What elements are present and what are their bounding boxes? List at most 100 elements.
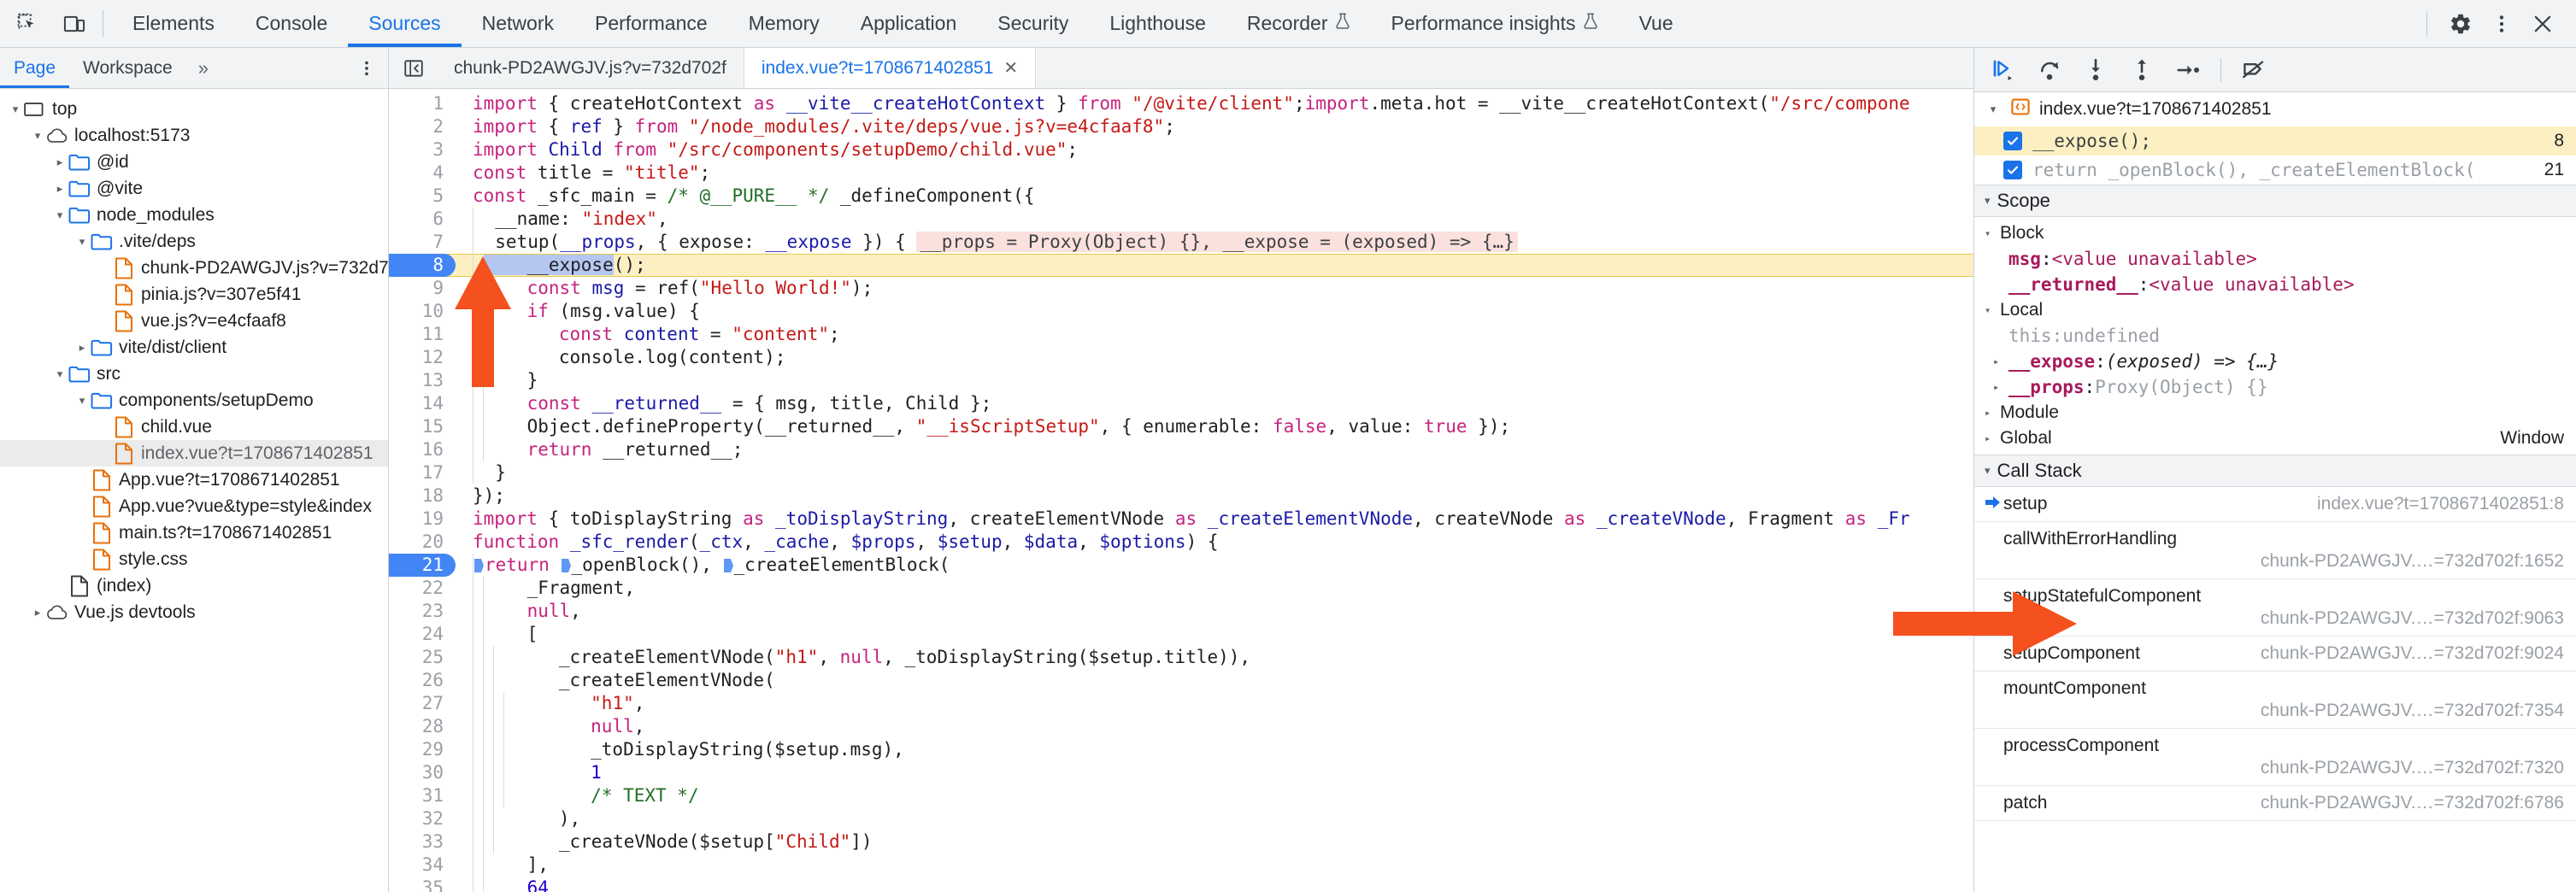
device-toolbar-icon[interactable] (58, 8, 91, 40)
code-line[interactable]: 15 Object.defineProperty(__returned__, "… (389, 415, 1973, 438)
tree-item-top[interactable]: ▾ top (0, 96, 388, 122)
editor-tab-chunk[interactable]: chunk-PD2AWGJV.js?v=732d702f (437, 48, 744, 88)
chevron-right-icon[interactable]: ▸ (1985, 432, 2000, 444)
chevron-right-icon[interactable]: ▸ (1993, 355, 2008, 367)
more-tabs-chevron-icon[interactable]: » (186, 48, 221, 88)
tree-item-vue-js-v-e4cfaaf8[interactable]: vue.js?v=e4cfaaf8 (0, 308, 388, 334)
tab-elements[interactable]: Elements (112, 0, 235, 47)
code-line[interactable]: 4 const title = "title"; (389, 161, 1973, 185)
line-number[interactable]: 25 (389, 646, 456, 669)
line-number[interactable]: 21 (389, 554, 456, 577)
scope-variable-row[interactable]: msg: <value unavailable> (1974, 246, 2576, 272)
line-number[interactable]: 18 (389, 484, 456, 508)
close-tab-icon[interactable]: ✕ (1003, 57, 1018, 79)
tab-recorder[interactable]: Recorder (1226, 0, 1371, 47)
breakpoint-checkbox[interactable] (2003, 161, 2022, 179)
step-button[interactable] (2169, 53, 2207, 87)
inline-breakpoint-marker[interactable] (723, 555, 734, 575)
code-line[interactable]: 23 null, (389, 600, 1973, 623)
scope-group-local[interactable]: ▾ Local (1974, 297, 2576, 323)
scope-variable-row[interactable]: ▸ __props: Proxy(Object) {} (1974, 374, 2576, 400)
code-line[interactable]: 3 import Child from "/src/components/setu… (389, 138, 1973, 161)
call-stack-frame[interactable]: processComponent chunk-PD2AWGJV.…=732d702… (1974, 729, 2576, 786)
code-line[interactable]: 32 ), (389, 807, 1973, 830)
code-line[interactable]: 19 import { toDisplayString as _toDisplay… (389, 508, 1973, 531)
collapse-navigator-icon[interactable] (389, 48, 437, 88)
call-stack-frame[interactable]: patch chunk-PD2AWGJV.…=732d702f:6786 (1974, 786, 2576, 821)
code-line[interactable]: 13 } (389, 369, 1973, 392)
line-number[interactable]: 23 (389, 600, 456, 623)
chevron-right-icon[interactable]: ▸ (29, 606, 46, 619)
line-number[interactable]: 10 (389, 300, 456, 323)
line-number[interactable]: 11 (389, 323, 456, 346)
code-line[interactable]: 24 [ (389, 623, 1973, 646)
call-stack-section-header[interactable]: ▾ Call Stack (1974, 455, 2576, 487)
code-line[interactable]: 25 _createElementVNode("h1", null, _toDi… (389, 646, 1973, 669)
chevron-down-icon[interactable]: ▾ (51, 367, 68, 381)
code-line[interactable]: 31 /* TEXT */ (389, 784, 1973, 807)
gear-icon[interactable] (2443, 6, 2479, 42)
close-icon[interactable] (2525, 6, 2561, 42)
nav-tab-page[interactable]: Page (0, 48, 70, 88)
tab-security[interactable]: Security (977, 0, 1089, 47)
tab-sources[interactable]: Sources (348, 0, 462, 47)
tab-lighthouse[interactable]: Lighthouse (1089, 0, 1226, 47)
line-number[interactable]: 1 (389, 92, 456, 115)
chevron-down-icon[interactable]: ▾ (74, 394, 91, 408)
scope-section-header[interactable]: ▾ Scope (1974, 185, 2576, 217)
tree-item-child-vue[interactable]: child.vue (0, 414, 388, 440)
tree-item-chunk-pd2awgjv-js-v-732d702f[interactable]: chunk-PD2AWGJV.js?v=732d702f (0, 255, 388, 281)
code-line[interactable]: 6 __name: "index", (389, 208, 1973, 231)
call-stack-frame[interactable]: mountComponent chunk-PD2AWGJV.…=732d702f:… (1974, 672, 2576, 729)
chevron-down-icon[interactable]: ▾ (1985, 304, 2000, 316)
step-out-of-current-function-button[interactable] (2123, 53, 2161, 87)
tab-console[interactable]: Console (235, 0, 348, 47)
call-stack-frame[interactable]: setupStatefulComponent chunk-PD2AWGJV.…=7… (1974, 579, 2576, 637)
tab-performance-insights[interactable]: Performance insights (1371, 0, 1619, 47)
tree-item-vite-dist-client[interactable]: ▸ vite/dist/client (0, 334, 388, 361)
tree-item-node-modules[interactable]: ▾ node_modules (0, 202, 388, 228)
line-number[interactable]: 16 (389, 438, 456, 461)
tree-item-localhost-5173[interactable]: ▾ localhost:5173 (0, 122, 388, 149)
code-line[interactable]: 22 _Fragment, (389, 577, 1973, 600)
code-line[interactable]: 29 _toDisplayString($setup.msg), (389, 738, 1973, 761)
tab-memory[interactable]: Memory (728, 0, 840, 47)
code-line[interactable]: 12 console.log(content); (389, 346, 1973, 369)
step-over-next-function-call-button[interactable] (2031, 53, 2068, 87)
call-stack-frame[interactable]: setupComponent chunk-PD2AWGJV.…=732d702f:… (1974, 637, 2576, 672)
code-line[interactable]: 11 const content = "content"; (389, 323, 1973, 346)
code-line[interactable]: 34 ], (389, 854, 1973, 877)
chevron-down-icon[interactable]: ▾ (51, 208, 68, 222)
nav-tab-workspace[interactable]: Workspace (69, 48, 186, 88)
code-line[interactable]: 17 } (389, 461, 1973, 484)
line-number[interactable]: 8 (389, 254, 456, 277)
line-number[interactable]: 31 (389, 784, 456, 807)
breakpoint-item[interactable]: __expose(); 8 (1974, 126, 2576, 156)
line-number[interactable]: 7 (389, 231, 456, 254)
tab-application[interactable]: Application (840, 0, 978, 47)
code-line[interactable]: 33 _createVNode($setup["Child"]) (389, 830, 1973, 854)
line-number[interactable]: 4 (389, 161, 456, 185)
scope-variable-row[interactable]: __returned__: <value unavailable> (1974, 272, 2576, 297)
scope-group-block[interactable]: ▾ Block (1974, 220, 2576, 246)
scope-variable-row[interactable]: ▸ __expose: (exposed) => {…} (1974, 349, 2576, 374)
line-number[interactable]: 6 (389, 208, 456, 231)
chevron-down-icon[interactable]: ▾ (74, 235, 91, 249)
code-line[interactable]: 18}); (389, 484, 1973, 508)
line-number[interactable]: 34 (389, 854, 456, 877)
code-line[interactable]: 35 64 (389, 877, 1973, 892)
line-number[interactable]: 20 (389, 531, 456, 554)
inline-breakpoint-marker[interactable] (561, 555, 572, 575)
inspect-element-icon[interactable] (12, 8, 44, 40)
code-line[interactable]: 7 setup(__props, { expose: __expose }) {… (389, 231, 1973, 254)
line-number[interactable]: 12 (389, 346, 456, 369)
tree-item-vue-js-devtools[interactable]: ▸ Vue.js devtools (0, 599, 388, 625)
line-number[interactable]: 9 (389, 277, 456, 300)
line-number[interactable]: 14 (389, 392, 456, 415)
line-number[interactable]: 33 (389, 830, 456, 854)
chevron-right-icon[interactable]: ▸ (51, 156, 68, 169)
code-editor[interactable]: 1 import { createHotContext as __vite__cr… (389, 89, 1973, 892)
scope-group-module[interactable]: ▸ Module (1974, 400, 2576, 425)
chevron-right-icon[interactable]: ▸ (74, 341, 91, 355)
tree-item-app-vue-vue-type-style-index[interactable]: App.vue?vue&type=style&index (0, 493, 388, 519)
